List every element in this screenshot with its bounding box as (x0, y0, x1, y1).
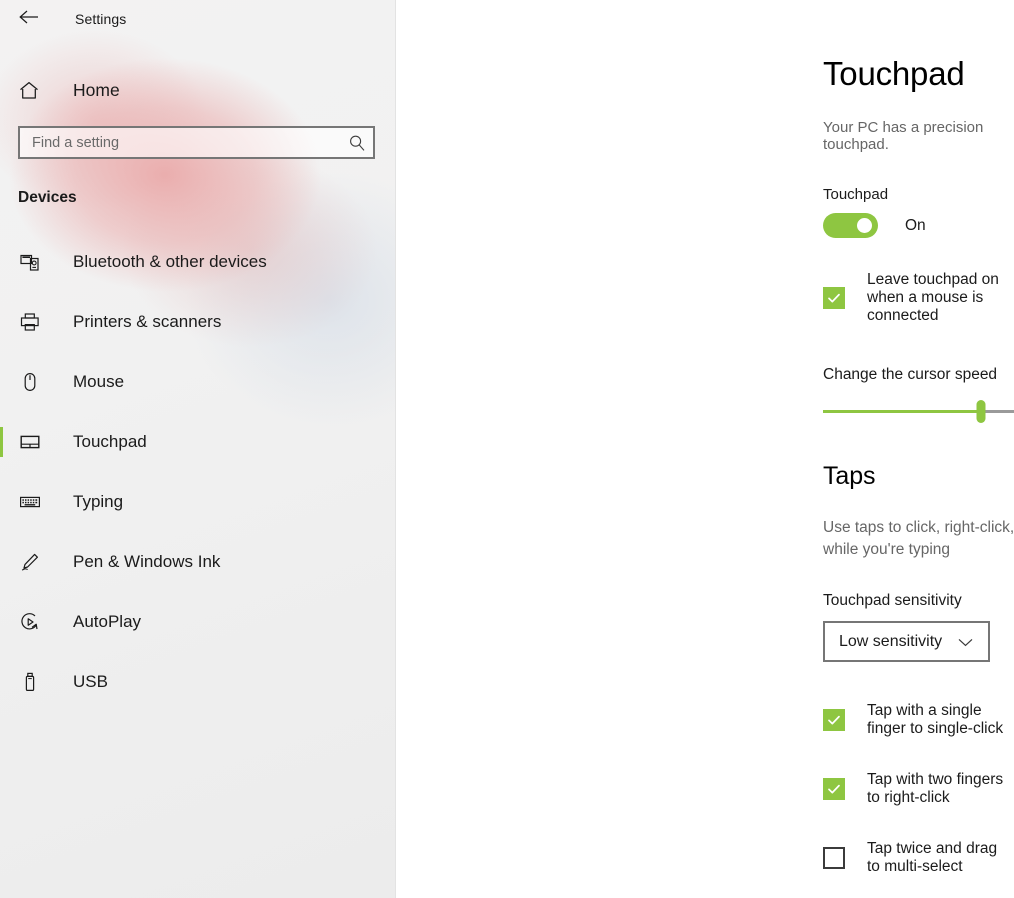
usb-icon (18, 671, 42, 693)
tap-single-finger-label: Tap with a single finger to single-click (867, 702, 1004, 737)
sidebar-item-touchpad[interactable]: Touchpad (0, 412, 396, 472)
touchpad-toggle[interactable] (823, 213, 878, 238)
sidebar-item-label: AutoPlay (73, 612, 142, 631)
back-button[interactable] (14, 4, 44, 34)
tap-single-finger-checkbox-row[interactable]: Tap with a single finger to single-click (823, 702, 1014, 738)
touchpad-sensitivity-dropdown[interactable]: Low sensitivity (823, 621, 990, 662)
main-content: Touchpad Your PC has a precision touchpa… (396, 0, 1014, 898)
sidebar-item-label: Printers & scanners (73, 312, 222, 331)
tap-twice-drag-checkbox-row[interactable]: Tap twice and drag to multi-select (823, 840, 1014, 876)
touchpad-toggle-label: Touchpad (823, 186, 889, 203)
sidebar-item-label: Typing (73, 492, 124, 511)
taps-section-title: Taps (823, 462, 876, 490)
selection-indicator (0, 427, 3, 457)
leave-touchpad-on-label: Leave touchpad on when a mouse is connec… (867, 271, 999, 324)
touchpad-toggle-row: On (823, 213, 1014, 238)
tap-two-fingers-checkbox-row[interactable]: Tap with two fingers to right-click (823, 771, 1014, 807)
home-icon (18, 80, 40, 101)
cursor-speed-slider[interactable] (823, 398, 1014, 426)
sidebar-item-label: Bluetooth & other devices (73, 252, 267, 271)
sidebar-item-home-label: Home (73, 79, 120, 100)
settings-window: Settings Home Find a setting Devices Blu… (0, 0, 1014, 898)
sidebar-item-label: Mouse (73, 372, 125, 391)
sidebar-item-autoplay[interactable]: AutoPlay (0, 592, 396, 652)
bluetooth-devices-icon (18, 251, 42, 273)
page-title: Touchpad (823, 55, 965, 92)
leave-touchpad-on-checkbox[interactable] (823, 287, 845, 309)
search-icon[interactable] (348, 134, 366, 152)
back-arrow-icon (18, 9, 40, 30)
search-box[interactable] (18, 126, 375, 159)
sidebar-item-home[interactable]: Home (0, 69, 396, 111)
mouse-icon (18, 371, 42, 393)
touchpad-sensitivity-label: Touchpad sensitivity (823, 592, 962, 609)
chevron-down-icon (957, 636, 974, 648)
pen-icon (18, 551, 42, 573)
tap-twice-drag-checkbox[interactable] (823, 847, 845, 869)
sidebar-item-pen-windows-ink[interactable]: Pen & Windows Ink (0, 532, 396, 592)
toggle-knob (857, 218, 872, 233)
sidebar-section-header: Devices (18, 189, 77, 206)
taps-section-description: Use taps to click, right-click, and sele… (823, 519, 1014, 558)
sidebar-item-printers-scanners[interactable]: Printers & scanners (0, 292, 396, 352)
search-input[interactable] (32, 128, 348, 157)
touchpad-sensitivity-value: Low sensitivity (839, 632, 943, 650)
sidebar-item-label: Pen & Windows Ink (73, 552, 221, 571)
sidebar-item-usb[interactable]: USB (0, 652, 396, 712)
sidebar-item-typing[interactable]: Typing (0, 472, 396, 532)
autoplay-icon (18, 611, 42, 633)
keyboard-icon (18, 491, 42, 513)
sidebar-item-bluetooth-other-devices[interactable]: Bluetooth & other devices (0, 232, 396, 292)
app-title: Settings (75, 11, 127, 27)
slider-thumb[interactable] (976, 400, 985, 423)
sidebar-item-mouse[interactable]: Mouse (0, 352, 396, 412)
tap-two-fingers-checkbox[interactable] (823, 778, 845, 800)
check-icon (828, 293, 840, 303)
taps-checkbox-group: Tap with a single finger to single-click… (823, 702, 1014, 898)
leave-touchpad-on-checkbox-row[interactable]: Leave touchpad on when a mouse is connec… (823, 271, 1014, 325)
touchpad-toggle-state: On (905, 216, 926, 234)
check-icon (828, 784, 840, 794)
cursor-speed-label: Change the cursor speed (823, 366, 998, 383)
slider-fill (823, 410, 981, 413)
check-icon (828, 715, 840, 725)
sidebar-nav: Bluetooth & other devices Printers & sca… (0, 232, 396, 712)
printer-icon (18, 311, 42, 333)
tap-twice-drag-label: Tap twice and drag to multi-select (867, 840, 998, 875)
titlebar: Settings (0, 0, 396, 38)
tap-two-fingers-label: Tap with two fingers to right-click (867, 771, 1004, 806)
page-subtitle: Your PC has a precision touchpad. (823, 119, 984, 153)
sidebar: Settings Home Find a setting Devices Blu… (0, 0, 396, 898)
sidebar-item-label: USB (73, 672, 108, 691)
sidebar-item-label: Touchpad (73, 432, 147, 451)
tap-single-finger-checkbox[interactable] (823, 709, 845, 731)
touchpad-icon (18, 431, 42, 453)
